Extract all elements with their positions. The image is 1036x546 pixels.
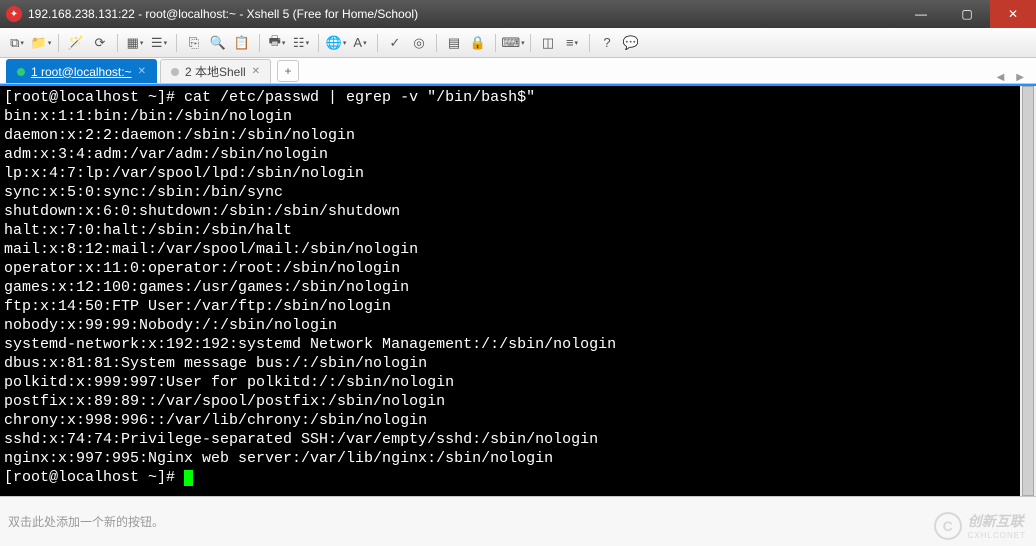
- check-button[interactable]: ✓: [384, 32, 406, 54]
- copy-icon: ⎘: [189, 35, 199, 51]
- layout-button[interactable]: ◫: [537, 32, 559, 54]
- target-icon: ◎: [413, 35, 424, 51]
- tab-session-2[interactable]: 2 本地Shell ✕: [160, 59, 271, 83]
- tab-prev-button[interactable]: ◀: [991, 72, 1011, 83]
- watermark: C 创新互联 CXHLCONET: [934, 511, 1026, 540]
- font-icon: A: [353, 35, 362, 50]
- help-icon: ?: [603, 35, 610, 50]
- status-indicator-icon: [171, 68, 179, 76]
- watermark-brand: 创新互联: [968, 513, 1024, 529]
- terminal-output: [root@localhost ~]# cat /etc/passwd | eg…: [0, 86, 1036, 489]
- wand-icon: 🪄: [68, 35, 84, 51]
- globe-icon: 🌐: [326, 35, 342, 51]
- clipboard-icon: 📋: [234, 35, 250, 51]
- window-title: 192.168.238.131:22 - root@localhost:~ - …: [28, 7, 418, 21]
- tree-button[interactable]: ☰▾: [148, 32, 170, 54]
- title-bar: ✦ 192.168.238.131:22 - root@localhost:~ …: [0, 0, 1036, 28]
- chat-button[interactable]: 💬: [620, 32, 642, 54]
- target-button[interactable]: ◎: [408, 32, 430, 54]
- props-icon: ☷: [293, 35, 305, 51]
- help-button[interactable]: ?: [596, 32, 618, 54]
- paste-button[interactable]: 📋: [231, 32, 253, 54]
- minimize-button[interactable]: —: [898, 0, 944, 28]
- grid-button[interactable]: ▤: [443, 32, 465, 54]
- font-button[interactable]: A▾: [349, 32, 371, 54]
- vertical-scrollbar[interactable]: [1020, 86, 1036, 496]
- connected-indicator-icon: [17, 68, 25, 76]
- reconnect-button[interactable]: ⟳: [89, 32, 111, 54]
- cards-icon: ▦: [127, 35, 139, 51]
- check-icon: ✓: [390, 35, 401, 51]
- toolbar: ⧉▾ 📁▾ 🪄 ⟳ ▦▾ ☰▾ ⎘ 🔍 📋 🖶▾ ☷▾ 🌐▾ A▾ ✓ ◎ ▤ …: [0, 28, 1036, 58]
- folder-icon: 📁: [31, 35, 47, 51]
- tab-add-button[interactable]: +: [277, 60, 299, 82]
- lock-icon: 🔒: [470, 35, 486, 51]
- scrollbar-thumb[interactable]: [1022, 86, 1034, 496]
- encoding-button[interactable]: 🌐▾: [325, 32, 347, 54]
- new-tab-icon: ⧉: [10, 35, 19, 51]
- tab-label: 2 本地Shell: [185, 63, 246, 80]
- refresh-icon: ⟳: [95, 35, 106, 51]
- close-button[interactable]: ✕: [990, 0, 1036, 28]
- tab-bar: 1 root@localhost:~ ✕ 2 本地Shell ✕ + ◀ ▶: [0, 58, 1036, 84]
- grid-icon: ▤: [448, 35, 460, 51]
- chat-icon: 💬: [623, 35, 639, 51]
- watermark-logo-icon: C: [934, 512, 962, 540]
- wand-button[interactable]: 🪄: [65, 32, 87, 54]
- tab-close-icon[interactable]: ✕: [252, 66, 260, 77]
- maximize-button[interactable]: ▢: [944, 0, 990, 28]
- properties-button[interactable]: ☷▾: [290, 32, 312, 54]
- keyboard-button[interactable]: ⌨▾: [502, 32, 524, 54]
- menu-icon: ≡: [566, 35, 574, 50]
- find-button[interactable]: 🔍: [207, 32, 229, 54]
- open-button[interactable]: 📁▾: [30, 32, 52, 54]
- keyboard-icon: ⌨: [501, 35, 520, 51]
- app-icon: ✦: [6, 6, 22, 22]
- tab-session-1[interactable]: 1 root@localhost:~ ✕: [6, 59, 157, 83]
- new-session-button[interactable]: ⧉▾: [6, 32, 28, 54]
- tab-next-button[interactable]: ▶: [1010, 72, 1030, 83]
- tree-icon: ☰: [151, 35, 163, 51]
- status-bar: 双击此处添加一个新的按钮。 C 创新互联 CXHLCONET: [0, 496, 1036, 546]
- layout-icon: ◫: [542, 35, 554, 51]
- watermark-sub: CXHLCONET: [968, 531, 1026, 540]
- print-icon: 🖶: [269, 32, 281, 54]
- tab-close-icon[interactable]: ✕: [138, 66, 146, 77]
- find-icon: 🔍: [210, 35, 226, 51]
- status-hint[interactable]: 双击此处添加一个新的按钮。: [8, 513, 164, 530]
- terminal-pane[interactable]: [root@localhost ~]# cat /etc/passwd | eg…: [0, 84, 1036, 496]
- cards-button[interactable]: ▦▾: [124, 32, 146, 54]
- menu-button[interactable]: ≡▾: [561, 32, 583, 54]
- copy-button[interactable]: ⎘: [183, 32, 205, 54]
- print-button[interactable]: 🖶▾: [266, 32, 288, 54]
- tab-label: 1 root@localhost:~: [31, 65, 132, 79]
- lock-button[interactable]: 🔒: [467, 32, 489, 54]
